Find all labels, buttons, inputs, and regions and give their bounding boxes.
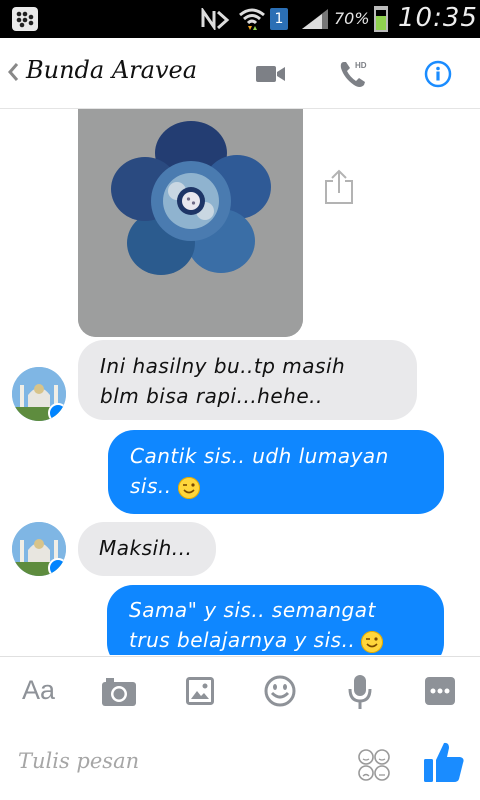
video-call-icon[interactable] xyxy=(256,64,286,84)
messenger-badge-icon xyxy=(48,403,66,421)
contact-avatar[interactable] xyxy=(12,367,66,421)
text-format-button[interactable]: Aa xyxy=(22,675,55,706)
camera-icon[interactable] xyxy=(101,677,137,707)
status-bar: 1 70% 10:35 xyxy=(0,0,480,38)
more-icon[interactable] xyxy=(425,677,455,705)
info-icon[interactable] xyxy=(424,60,452,88)
wink-emoji-icon xyxy=(177,476,200,499)
wink-emoji-icon xyxy=(361,630,384,653)
clock: 10:35 xyxy=(398,3,478,33)
like-thumbs-up-icon[interactable] xyxy=(423,740,465,784)
message-line: blm bisa rapi...hehe.. xyxy=(100,384,323,408)
shared-photo[interactable] xyxy=(78,109,303,337)
composer-input-row xyxy=(0,728,480,800)
composer-toolbar: Aa xyxy=(0,656,480,729)
message-line: trus belajarnya y sis.. xyxy=(129,628,356,652)
battery-icon xyxy=(374,6,388,32)
message-bubble-outgoing[interactable]: Cantik sis.. udh lumayan sis.. xyxy=(108,430,444,514)
microphone-icon[interactable] xyxy=(348,674,372,710)
message-line: Sama" y sis.. semangat xyxy=(129,598,376,622)
back-chevron-icon[interactable] xyxy=(6,60,20,84)
message-bubble-outgoing[interactable]: Sama" y sis.. semangat trus belajarnya y… xyxy=(107,585,444,655)
message-input[interactable] xyxy=(16,748,320,774)
message-bubble-incoming[interactable]: Ini hasilny bu..tp masih blm bisa rapi..… xyxy=(78,340,417,420)
sim-indicator: 1 xyxy=(270,8,288,30)
contact-avatar[interactable] xyxy=(12,522,66,576)
signal-icon xyxy=(302,9,328,29)
wifi-icon xyxy=(239,8,265,30)
gallery-icon[interactable] xyxy=(186,677,214,705)
bbm-notification-icon xyxy=(12,7,38,31)
conversation-header: Bunda Aravea HD xyxy=(0,38,480,109)
message-line: sis.. xyxy=(130,474,172,498)
messenger-badge-icon xyxy=(48,558,66,576)
sticker-icon[interactable] xyxy=(264,675,296,707)
hd-voice-call-icon[interactable]: HD xyxy=(338,58,370,90)
message-thread[interactable]: Ini hasilny bu..tp masih blm bisa rapi..… xyxy=(0,109,480,655)
svg-text:HD: HD xyxy=(355,61,367,70)
share-icon[interactable] xyxy=(323,169,355,205)
message-line: Ini hasilny bu..tp masih xyxy=(100,354,346,378)
battery-percent: 70% xyxy=(334,9,370,28)
message-line: Maksih... xyxy=(99,536,193,560)
contact-name[interactable]: Bunda Aravea xyxy=(26,56,197,84)
emoji-picker-icon[interactable] xyxy=(357,748,391,782)
nfc-icon xyxy=(201,8,230,30)
message-line: Cantik sis.. udh lumayan xyxy=(130,444,389,468)
message-bubble-incoming[interactable]: Maksih... xyxy=(78,522,216,576)
